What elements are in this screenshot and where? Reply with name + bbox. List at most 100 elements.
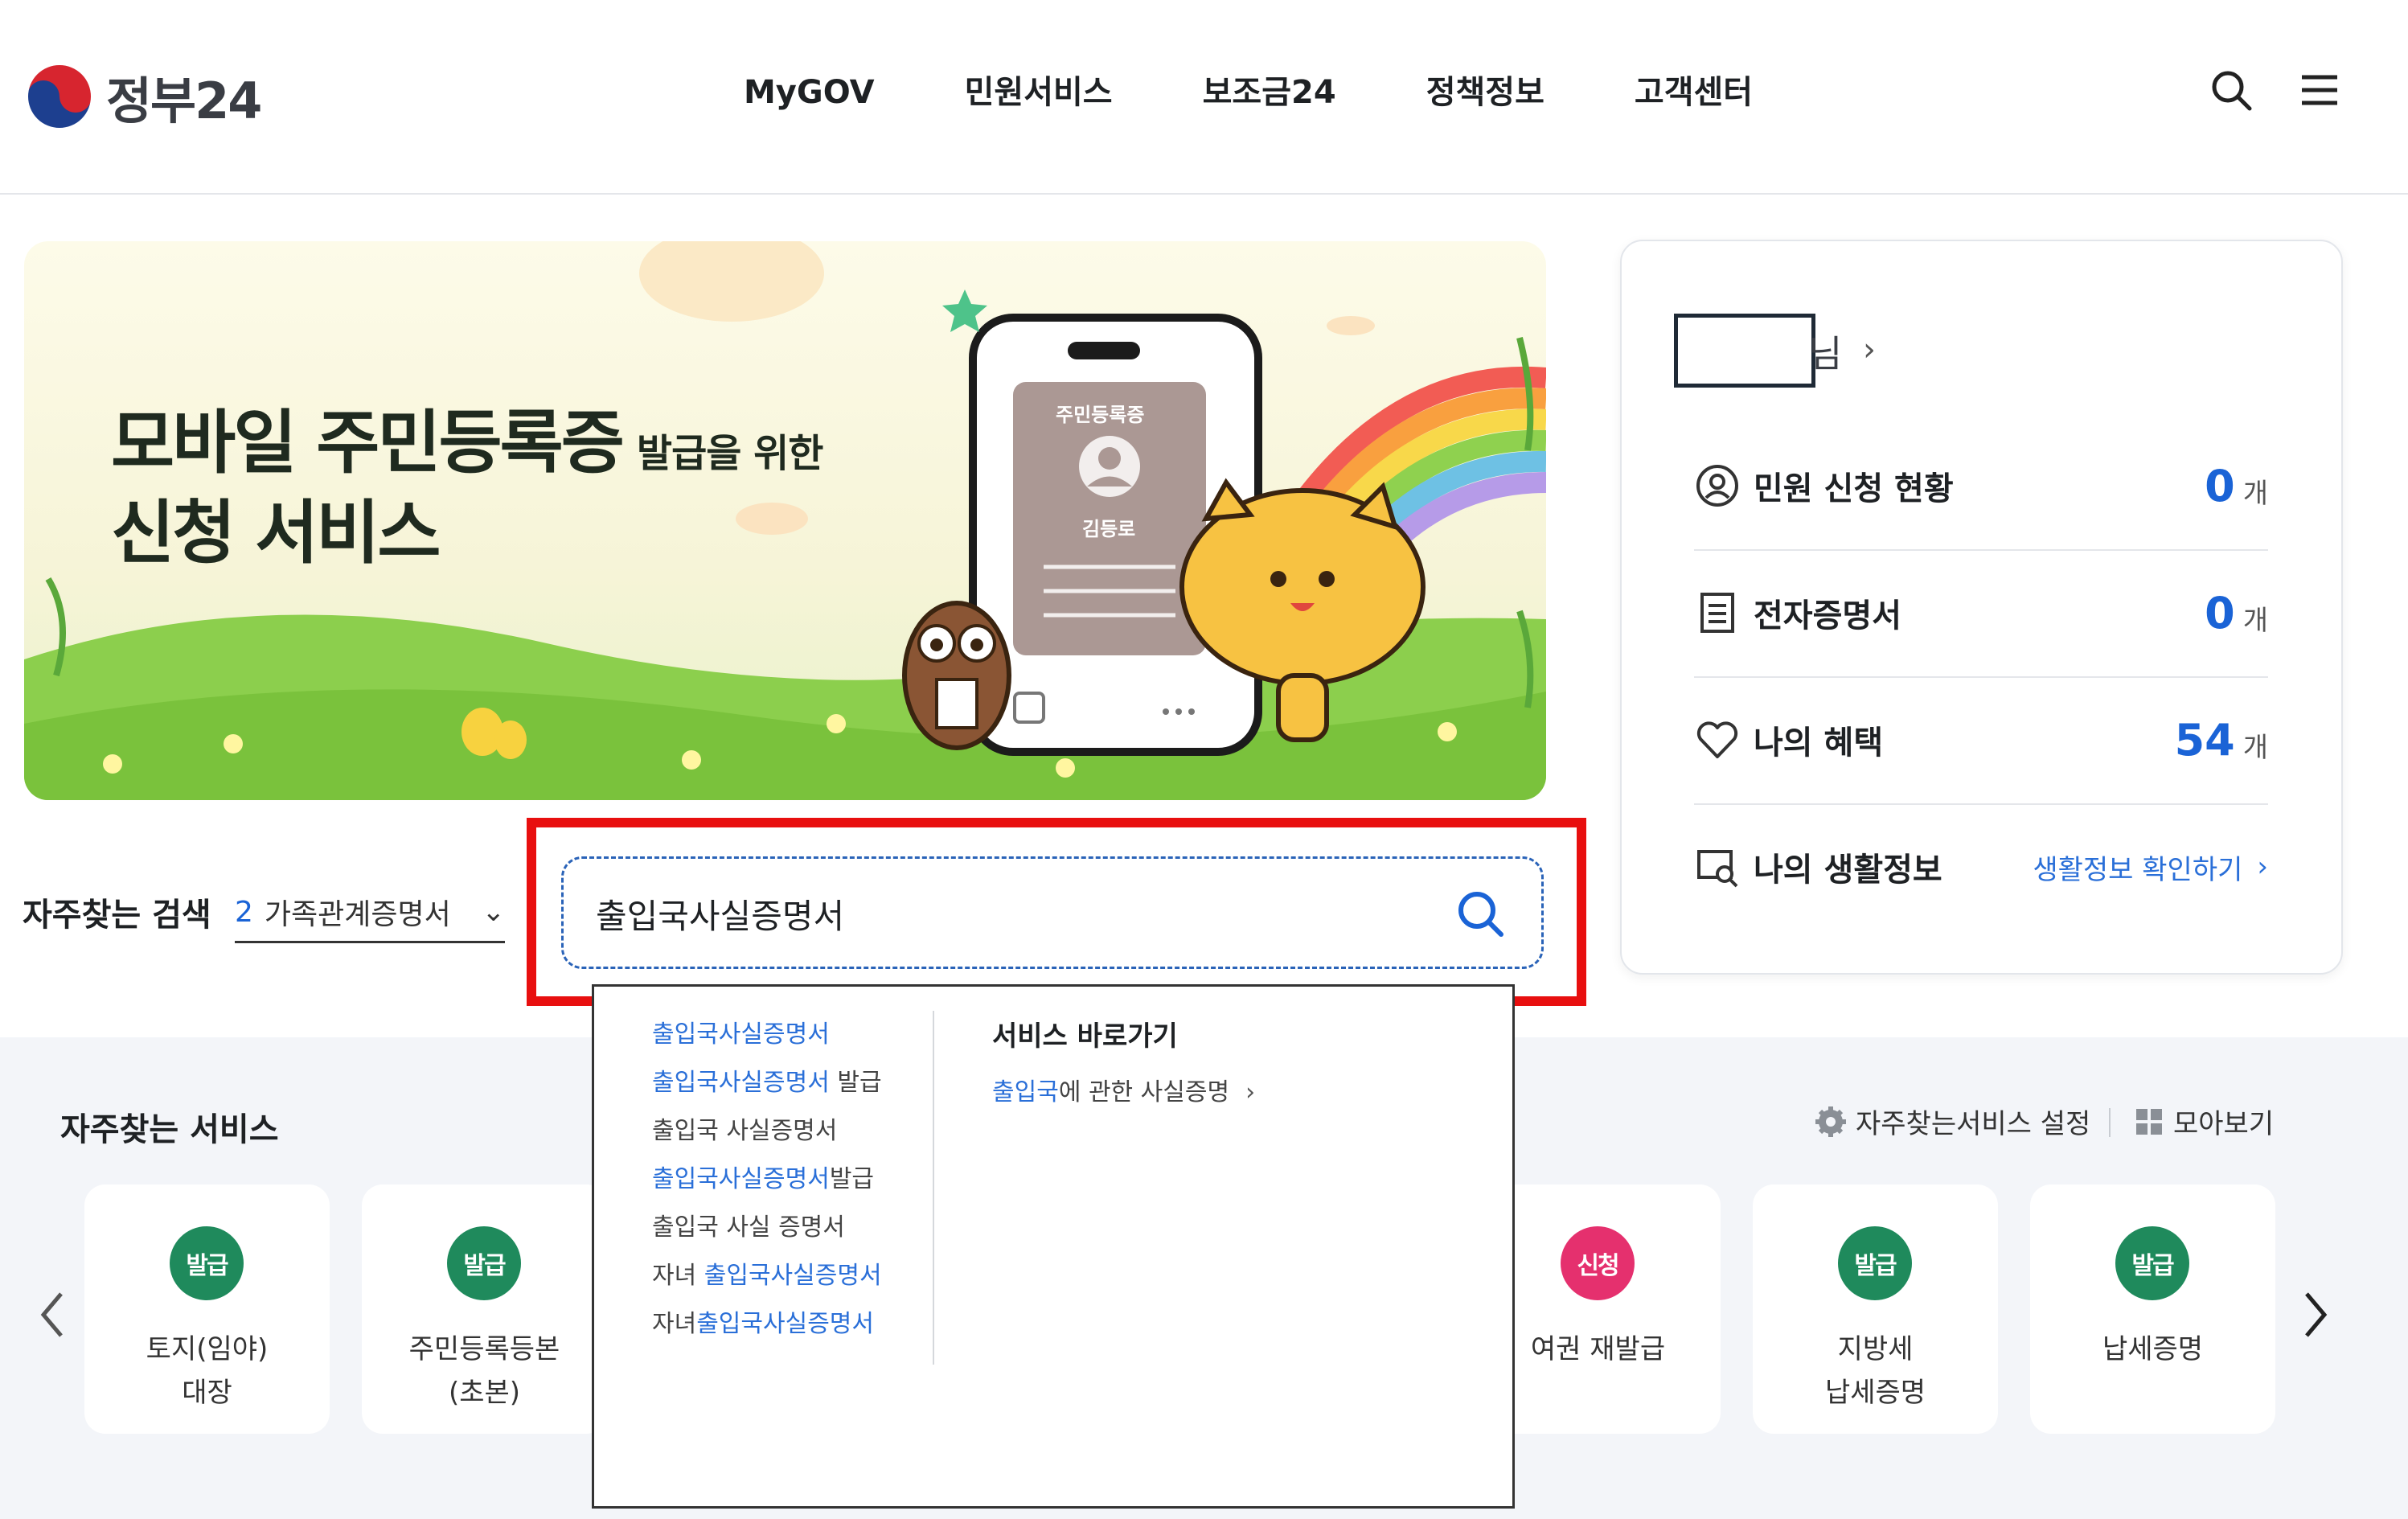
row-count: 0 — [2205, 460, 2235, 511]
view-all-button[interactable]: 모아보기 — [2135, 1102, 2274, 1141]
service-badge: 발급 — [170, 1226, 244, 1300]
suggestion-text: 발급 — [829, 1069, 882, 1097]
banner-title-small: 발급을 위한 — [636, 431, 824, 476]
view-all-label: 모아보기 — [2173, 1108, 2275, 1140]
suggestion-text: 출입국 사실증명서 — [652, 1117, 838, 1145]
service-badge: 발급 — [447, 1226, 521, 1300]
service-card[interactable]: 발급 지방세 납세증명 — [1753, 1184, 1998, 1434]
promo-banner[interactable]: 모바일 주민등록증 발급을 위한 신청 서비스 주민등록증 김등로 — [24, 241, 1546, 800]
suggestion-item[interactable]: 출입국사실증명서발급 — [652, 1156, 941, 1204]
suggestion-item[interactable]: 출입국사실증명서 발급 — [652, 1059, 941, 1107]
nav-mygov[interactable]: MyGOV — [744, 64, 875, 121]
gov24-logo[interactable]: 정부24 — [24, 56, 262, 137]
logo-text: 정부24 — [106, 72, 262, 130]
search-autocomplete-dropdown: 출입국사실증명서 출입국사실증명서 발급 출입국 사실증명서 출입국사실증명서발급 출입… — [592, 984, 1515, 1509]
nav-customer-center[interactable]: 고객센터 — [1635, 64, 1753, 121]
suggestion-text: 자녀 — [652, 1310, 697, 1338]
frequent-search-label: 자주찾는 검색 — [23, 897, 211, 934]
suggestion-item[interactable]: 자녀출입국사실증명서 — [652, 1300, 941, 1349]
row-count: 0 — [2205, 587, 2235, 638]
row-e-certificate[interactable]: 전자증명서 0 개 — [1694, 549, 2268, 678]
shortcut-text: 에 관한 사실증명 — [1058, 1078, 1230, 1106]
carousel-next-arrow-icon[interactable] — [2295, 1283, 2336, 1347]
grid-icon — [2136, 1108, 2162, 1135]
suggestion-item[interactable]: 출입국 사실증명서 — [652, 1107, 941, 1156]
user-circle-icon — [1694, 462, 1741, 509]
banner-subtitle: 신청 서비스 — [111, 493, 441, 573]
document-list-icon — [1694, 589, 1741, 636]
id-card-title: 주민등록증 — [1056, 404, 1145, 426]
row-label: 나의 생활정보 — [1754, 852, 1942, 889]
life-info-icon — [1694, 844, 1741, 890]
carousel-prev-arrow-icon[interactable] — [32, 1283, 72, 1347]
row-unit: 개 — [2242, 604, 2268, 637]
search-button[interactable] — [1453, 886, 1509, 942]
row-label: 전자증명서 — [1754, 597, 1901, 634]
service-label: 납세증명 — [2102, 1333, 2204, 1365]
id-card-name: 김등로 — [1082, 518, 1136, 540]
frequent-search-rank: 2 — [235, 895, 253, 929]
row-unit: 개 — [2242, 477, 2268, 510]
suggestion-text: 출입국 사실 증명서 — [652, 1213, 845, 1242]
chevron-right-icon[interactable]: › — [1863, 331, 1876, 368]
main-search-box — [561, 856, 1544, 969]
row-count: 54 — [2174, 714, 2235, 766]
row-label: 나의 혜택 — [1754, 725, 1884, 762]
row-life-info[interactable]: 나의 생활정보 생활정보 확인하기 › — [1694, 803, 2268, 930]
main-nav: MyGOV 민원서비스 보조금24 정책정보 고객센터 — [744, 64, 1843, 121]
frequent-services-setting-button[interactable]: 자주찾는서비스 설정 — [1814, 1102, 2090, 1141]
suggestion-highlight: 출입국사실증명서 — [696, 1310, 875, 1338]
divider — [2109, 1108, 2111, 1137]
service-label: 지방세 납세증명 — [1824, 1333, 1926, 1409]
shortcut-highlight: 출입국 — [992, 1078, 1059, 1106]
suggestion-text: 자녀 — [652, 1262, 704, 1290]
taegeuk-logo-icon — [27, 64, 92, 129]
service-badge: 신청 — [1561, 1226, 1635, 1300]
nav-civil-service[interactable]: 민원서비스 — [965, 64, 1113, 121]
suggestion-item[interactable]: 자녀 출입국사실증명서 — [652, 1252, 941, 1300]
banner-title: 모바일 주민등록증 발급을 위한 — [111, 386, 824, 486]
service-label: 주민등록등본 (초본) — [408, 1333, 560, 1409]
service-badge: 발급 — [2115, 1226, 2189, 1300]
suggestion-highlight: 출입국사실증명서 — [652, 1020, 830, 1049]
setting-label: 자주찾는서비스 설정 — [1856, 1108, 2091, 1140]
nav-subsidy24[interactable]: 보조금24 — [1203, 64, 1336, 121]
nav-policy-info[interactable]: 정책정보 — [1426, 64, 1544, 121]
chevron-right-icon[interactable]: › — [2257, 851, 2268, 883]
suggestion-highlight: 출입국사실증명서 — [652, 1165, 830, 1193]
suggestion-item[interactable]: 출입국사실증명서 — [652, 1011, 941, 1059]
search-icon — [1458, 892, 1503, 937]
user-name-redacted — [1674, 314, 1815, 388]
row-unit: 개 — [2242, 731, 2268, 764]
suggestion-list: 출입국사실증명서 출입국사실증명서 발급 출입국 사실증명서 출입국사실증명서발급 출입… — [652, 1011, 941, 1349]
suggestion-text: 발급 — [829, 1165, 875, 1193]
service-card[interactable]: 발급 납세증명 — [2030, 1184, 2275, 1434]
service-shortcut-link[interactable]: 출입국에 관한 사실증명 › — [992, 1072, 1255, 1107]
service-label: 토지(임야) 대장 — [146, 1333, 269, 1409]
chevron-down-icon[interactable]: ⌄ — [482, 896, 506, 928]
gear-icon — [1815, 1106, 1846, 1137]
menu-icon[interactable] — [2295, 66, 2344, 114]
user-panel: 님 › 민원 신청 현황 0 개 전자증명서 0 개 나의 혜택 54 개 나의… — [1620, 240, 2343, 975]
service-card[interactable]: 발급 토지(임야) 대장 — [84, 1184, 330, 1434]
frequent-search-select[interactable]: 2 가족관계증명서 ⌄ — [235, 883, 505, 943]
frequent-search-value: 가족관계증명서 — [264, 898, 451, 931]
suggestion-item[interactable]: 출입국 사실 증명서 — [652, 1204, 941, 1252]
user-name-suffix[interactable]: 님 — [1808, 325, 1842, 378]
suggestion-highlight: 출입국사실증명서 — [652, 1069, 830, 1097]
banner-title-main: 모바일 주민등록증 — [111, 403, 625, 483]
row-my-benefits[interactable]: 나의 혜택 54 개 — [1694, 676, 2268, 805]
service-shortcut-title: 서비스 바로가기 — [992, 1020, 1178, 1053]
chevron-right-icon: › — [1245, 1078, 1256, 1106]
search-icon[interactable] — [2207, 66, 2255, 114]
search-input[interactable] — [596, 883, 1400, 944]
row-label: 민원 신청 현황 — [1754, 470, 1954, 507]
row-civil-application-status[interactable]: 민원 신청 현황 0 개 — [1694, 422, 2268, 551]
site-header: 정부24 MyGOV 민원서비스 보조금24 정책정보 고객센터 — [0, 0, 2408, 195]
heart-icon — [1694, 716, 1741, 763]
service-badge: 발급 — [1838, 1226, 1912, 1300]
suggestion-highlight: 출입국사실증명서 — [704, 1262, 882, 1290]
frequent-services-title: 자주찾는 서비스 — [60, 1111, 279, 1148]
service-card[interactable]: 발급 주민등록등본 (초본) — [362, 1184, 607, 1434]
life-info-link[interactable]: 생활정보 확인하기 — [2033, 848, 2242, 887]
